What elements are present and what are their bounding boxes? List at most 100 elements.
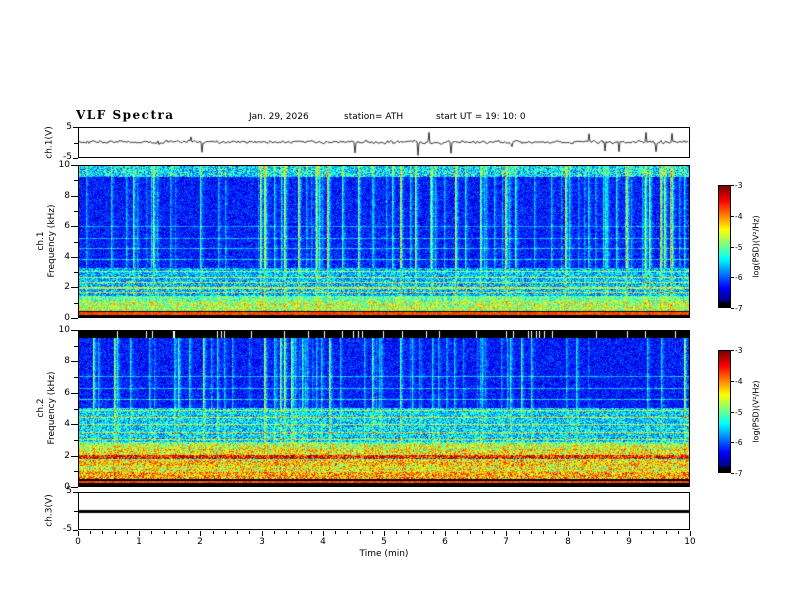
tick-mark (188, 531, 189, 534)
ch1-spectrogram-panel (78, 165, 690, 318)
tick-mark (731, 247, 734, 248)
plot-title: VLF Spectra (76, 108, 175, 122)
tick-mark (457, 531, 458, 534)
ch1-frequency-axis-label: ch.1 Frequency (kHz) (36, 196, 58, 286)
colorbar-1 (718, 185, 731, 308)
tick-mark (71, 318, 78, 319)
tick-label: 6 (64, 388, 70, 398)
colorbar-1-gradient (719, 186, 730, 307)
x-axis-label: Time (min) (359, 549, 409, 559)
tick-mark (568, 531, 569, 536)
tick-mark (384, 531, 385, 536)
tick-label: 1 (136, 537, 142, 547)
tick-mark (731, 216, 734, 217)
tick-mark (731, 277, 734, 278)
tick-mark (298, 531, 299, 534)
tick-mark (74, 409, 78, 410)
tick-label: -5 (735, 408, 743, 417)
tick-mark (274, 531, 275, 534)
ch2-frequency-label: Frequency (kHz) (47, 371, 57, 445)
tick-mark (237, 531, 238, 534)
tick-mark (74, 377, 78, 378)
tick-label: 10 (58, 160, 70, 170)
tick-mark (102, 531, 103, 534)
tick-label: 2 (64, 282, 70, 292)
tick-label: 8 (565, 537, 571, 547)
tick-mark (71, 361, 78, 362)
tick-mark (531, 531, 532, 534)
tick-label: -5 (735, 243, 743, 252)
tick-label: 4 (320, 537, 326, 547)
tick-label: 3 (259, 537, 265, 547)
tick-mark (71, 424, 78, 425)
tick-mark (592, 531, 593, 534)
tick-mark (323, 531, 324, 536)
tick-mark (666, 531, 667, 534)
tick-mark (164, 531, 165, 534)
tick-mark (213, 531, 214, 534)
tick-mark (151, 531, 152, 534)
tick-label: 5 (381, 537, 387, 547)
tick-mark (73, 158, 78, 159)
colorbar-2-label: log(PSD)(V²/Hz) (751, 380, 761, 443)
tick-mark (555, 531, 556, 534)
tick-mark (731, 412, 734, 413)
ch1-waveform-canvas (79, 128, 689, 157)
tick-mark (731, 350, 734, 351)
tick-mark (372, 531, 373, 534)
ch2-spectrogram-canvas (79, 331, 689, 486)
tick-mark (71, 165, 78, 166)
tick-label: 4 (64, 252, 70, 262)
tick-mark (731, 473, 734, 474)
tick-mark (71, 257, 78, 258)
tick-mark (74, 303, 78, 304)
tick-mark (74, 242, 78, 243)
tick-mark (641, 531, 642, 534)
tick-mark (731, 308, 734, 309)
tick-mark (543, 531, 544, 534)
tick-mark (71, 456, 78, 457)
tick-label: 6 (442, 537, 448, 547)
tick-mark (360, 531, 361, 534)
tick-mark (115, 531, 116, 534)
tick-mark (347, 531, 348, 534)
tick-mark (90, 531, 91, 534)
tick-mark (71, 330, 78, 331)
tick-mark (139, 531, 140, 536)
ch3-waveform-panel (78, 492, 690, 530)
tick-mark (71, 226, 78, 227)
ch1-channel-label: ch.1 (36, 231, 46, 251)
tick-mark (225, 531, 226, 534)
tick-label: -6 (735, 273, 743, 282)
tick-label: -6 (735, 438, 743, 447)
tick-mark (262, 531, 263, 536)
ch2-channel-label: ch.2 (36, 398, 46, 418)
tick-label: 10 (684, 537, 696, 547)
tick-mark (200, 531, 201, 536)
ch1-waveform-panel (78, 127, 690, 158)
colorbar-2 (718, 350, 731, 473)
tick-mark (678, 531, 679, 534)
tick-mark (74, 180, 78, 181)
start-ut-label: start UT = 19: 10: 0 (436, 112, 526, 122)
colorbar-1-label: log(PSD)(V²/Hz) (751, 215, 761, 278)
tick-label: 2 (197, 537, 203, 547)
tick-label: -3 (735, 181, 743, 190)
tick-label: -7 (735, 304, 743, 313)
tick-mark (71, 287, 78, 288)
tick-mark (71, 393, 78, 394)
tick-mark (421, 531, 422, 534)
tick-label: 10 (58, 325, 70, 335)
tick-label: 4 (64, 419, 70, 429)
tick-mark (494, 531, 495, 534)
tick-label: -4 (735, 377, 743, 386)
ch2-spectrogram-panel (78, 330, 690, 487)
tick-mark (74, 272, 78, 273)
tick-mark (73, 127, 78, 128)
tick-mark (617, 531, 618, 534)
vlf-spectra-figure: VLF Spectra Jan. 29, 2026 station= ATH s… (0, 0, 792, 612)
tick-mark (731, 442, 734, 443)
tick-mark (482, 531, 483, 534)
ch2-frequency-axis-label: ch.2 Frequency (kHz) (36, 363, 58, 453)
tick-mark (470, 531, 471, 534)
